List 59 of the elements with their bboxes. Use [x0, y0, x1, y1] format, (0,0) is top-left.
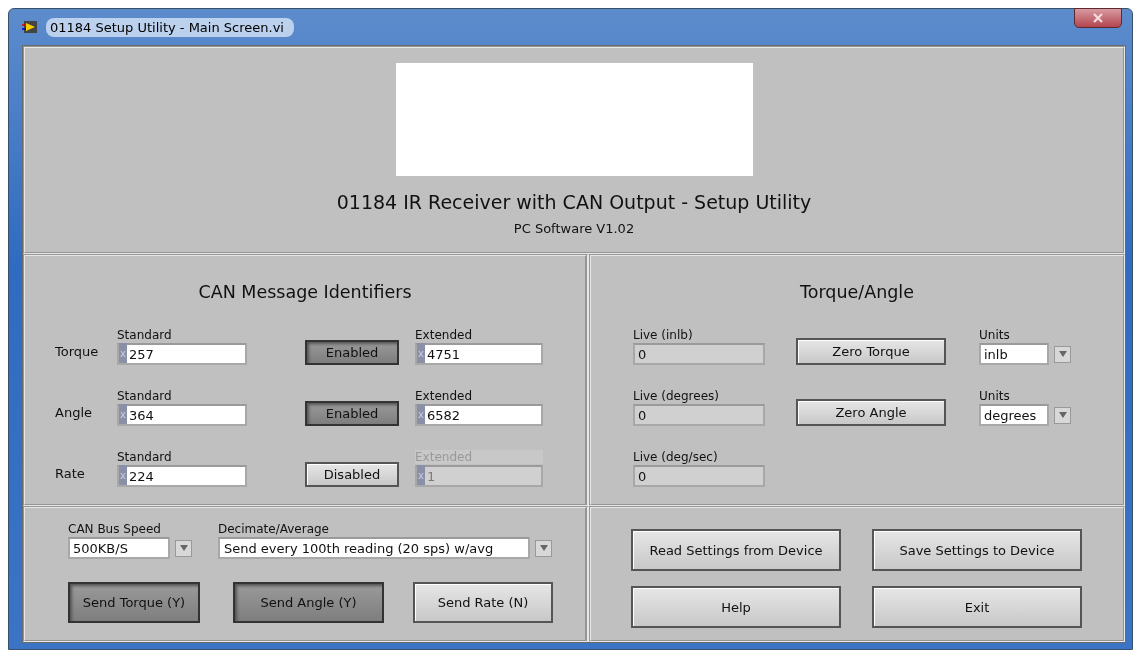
radix-indicator: x	[417, 465, 425, 485]
action-button[interactable]: Help	[631, 586, 841, 628]
caret-icon	[179, 545, 188, 551]
units-select[interactable]: degrees	[979, 404, 1049, 426]
field-label: Standard	[117, 450, 173, 464]
extended-id-field[interactable]: x 4751	[415, 343, 543, 365]
field-label: Decimate/Average	[218, 522, 330, 536]
caret-icon	[539, 545, 548, 551]
radix-indicator: x	[119, 343, 127, 363]
units-select[interactable]: inlb	[979, 343, 1049, 365]
send-toggle[interactable]: Send Torque (Y)	[68, 582, 200, 623]
row-label: Angle	[55, 405, 93, 422]
version-text: PC Software V1.02	[513, 221, 635, 236]
window-title: 01184 Setup Utility - Main Screen.vi	[46, 17, 294, 37]
radix-indicator: x	[417, 404, 425, 424]
caret-icon	[1058, 412, 1067, 418]
bus-speed-select[interactable]: 500KB/S	[68, 537, 170, 559]
radix-indicator: x	[119, 404, 127, 424]
field-label: Extended	[415, 389, 473, 403]
dropdown-button[interactable]	[1054, 345, 1071, 363]
decimate-select[interactable]: Send every 100th reading (20 sps) w/avg	[218, 537, 530, 559]
live-readout: 0	[633, 404, 765, 426]
field-label: Extended	[415, 328, 473, 342]
radix-indicator: x	[119, 465, 127, 485]
row-label: Rate	[55, 466, 86, 483]
enable-toggle[interactable]: Enabled	[305, 401, 399, 426]
field-label: Live (inlb)	[633, 328, 694, 342]
send-toggle[interactable]: Send Angle (Y)	[233, 582, 384, 623]
dropdown-button[interactable]	[535, 539, 552, 557]
section-title: CAN Message Identifiers	[197, 282, 413, 302]
field-label: Live (deg/sec)	[633, 450, 719, 464]
action-button[interactable]: Exit	[872, 586, 1082, 628]
close-button[interactable]	[1074, 8, 1122, 28]
radix-indicator: x	[417, 343, 425, 363]
field-label: Standard	[117, 328, 173, 342]
field-label: CAN Bus Speed	[68, 522, 162, 536]
dropdown-button[interactable]	[175, 539, 192, 557]
standard-id-field[interactable]: x 257	[117, 343, 247, 365]
field-label: Live (degrees)	[633, 389, 720, 403]
caret-icon	[1058, 351, 1067, 357]
extended-id-field[interactable]: x 6582	[415, 404, 543, 426]
standard-id-field[interactable]: x 364	[117, 404, 247, 426]
zero-button[interactable]: Zero Torque	[796, 338, 946, 365]
close-icon	[1092, 13, 1104, 23]
section-title: Torque/Angle	[799, 282, 915, 302]
app-heading: 01184 IR Receiver with CAN Output - Setup Utility	[336, 191, 812, 213]
app-icon	[22, 20, 38, 34]
field-label: Standard	[117, 389, 173, 403]
field-label: Units	[979, 389, 1011, 403]
dropdown-button[interactable]	[1054, 406, 1071, 424]
row-label: Torque	[55, 344, 100, 361]
live-readout: 0	[633, 343, 765, 365]
enable-toggle[interactable]: Enabled	[305, 340, 399, 365]
live-readout: 0	[633, 465, 765, 487]
action-button[interactable]: Save Settings to Device	[872, 529, 1082, 571]
send-toggle[interactable]: Send Rate (N)	[413, 582, 553, 623]
field-label: Units	[979, 328, 1011, 342]
zero-button[interactable]: Zero Angle	[796, 399, 946, 426]
action-button[interactable]: Read Settings from Device	[631, 529, 841, 571]
